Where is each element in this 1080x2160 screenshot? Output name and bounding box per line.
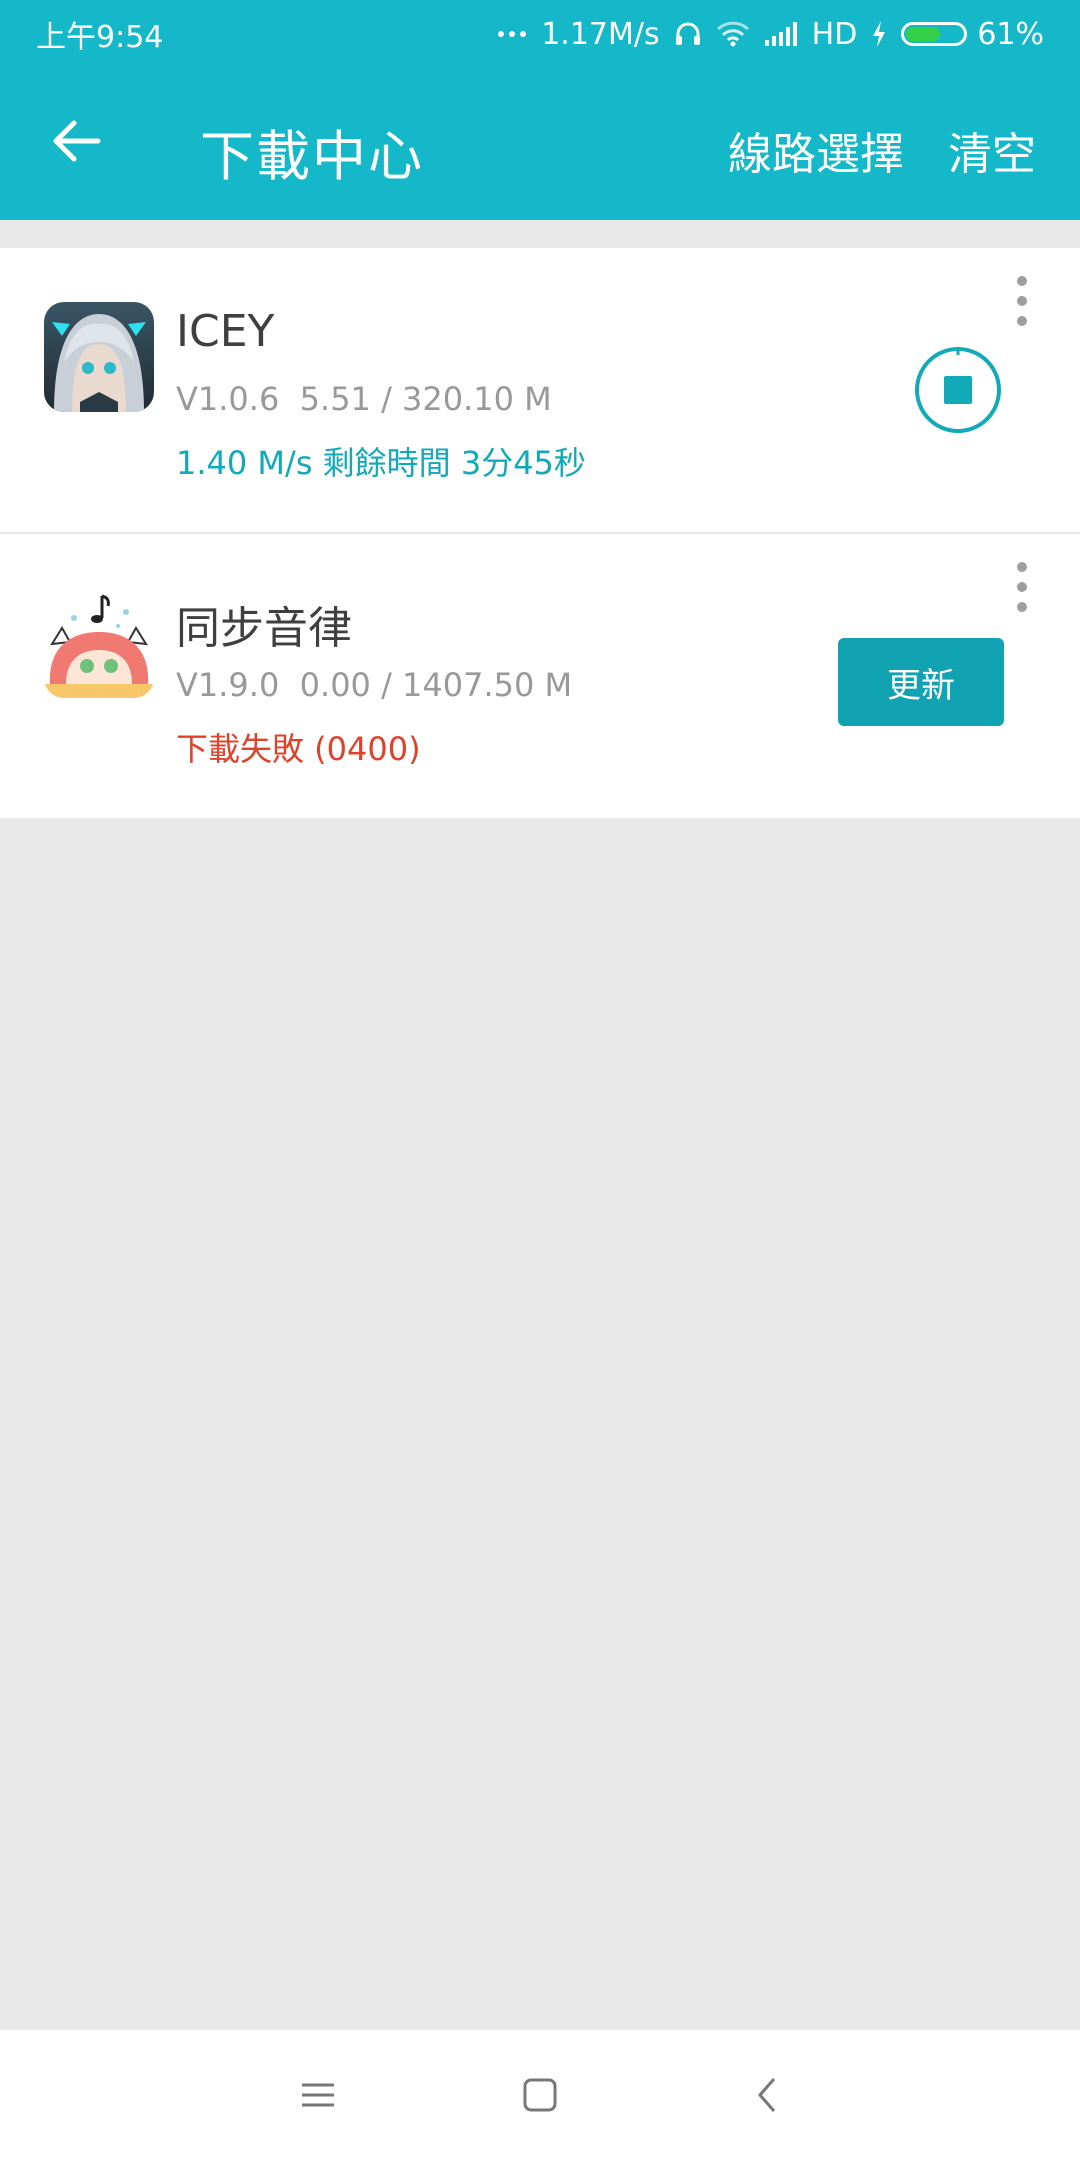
more-vert-icon xyxy=(1017,276,1027,286)
more-options-button[interactable] xyxy=(1010,276,1034,326)
network-type: HD xyxy=(811,16,858,52)
icey-app-icon xyxy=(44,302,154,412)
net-speed: 1.17M/s xyxy=(541,16,660,52)
sync-rhythm-app-icon xyxy=(44,588,154,698)
battery-icon xyxy=(901,22,968,46)
download-list: ICEY V1.0.6 5.51 / 320.10 M 1.40 M/s 剩餘時… xyxy=(0,248,1080,818)
clear-button[interactable]: 清空 xyxy=(948,118,1036,182)
status-time: 上午9:54 xyxy=(36,20,164,55)
update-button[interactable]: 更新 xyxy=(838,638,1004,726)
route-select-button[interactable]: 線路選擇 xyxy=(728,118,904,182)
stop-download-button[interactable] xyxy=(914,346,1002,434)
battery-percent: 61% xyxy=(977,16,1044,52)
app-meta: V1.0.6 5.51 / 320.10 M xyxy=(176,380,552,418)
signal-icon xyxy=(764,22,798,46)
download-progress-status: 1.40 M/s 剩餘時間 3分45秒 xyxy=(176,444,586,482)
battery-fill xyxy=(906,27,941,41)
arrow-left-icon xyxy=(53,120,101,162)
home-icon[interactable] xyxy=(520,2075,560,2115)
menu-icon[interactable] xyxy=(298,2075,338,2115)
download-error-status: 下載失敗 (0400) xyxy=(176,730,421,768)
wifi-icon xyxy=(716,21,750,47)
more-vert-icon xyxy=(1017,562,1027,572)
battery-indicator: 61% xyxy=(901,17,1044,52)
system-nav-bar xyxy=(0,2030,1080,2160)
more-options-button[interactable] xyxy=(1010,562,1034,612)
app-meta: V1.9.0 0.00 / 1407.50 M xyxy=(176,666,573,704)
app-name: ICEY xyxy=(176,306,275,357)
download-item-icey[interactable]: ICEY V1.0.6 5.51 / 320.10 M 1.40 M/s 剩餘時… xyxy=(0,248,1080,532)
back-icon[interactable] xyxy=(748,2075,788,2115)
stop-icon xyxy=(915,347,1001,433)
app-name: 同步音律 xyxy=(176,603,352,654)
back-button[interactable] xyxy=(42,106,112,176)
page-title: 下載中心 xyxy=(200,125,424,188)
charging-icon xyxy=(871,20,887,48)
app-bar: 下載中心 線路選擇 清空 xyxy=(0,68,1080,220)
status-bar: 上午9:54 1.17M/s HD 61% xyxy=(0,0,1080,68)
download-item-sync-rhythm[interactable]: 同步音律 V1.9.0 0.00 / 1407.50 M 下載失敗 (0400)… xyxy=(0,534,1080,818)
more-dots-icon xyxy=(497,29,527,39)
headphones-icon xyxy=(674,20,702,48)
